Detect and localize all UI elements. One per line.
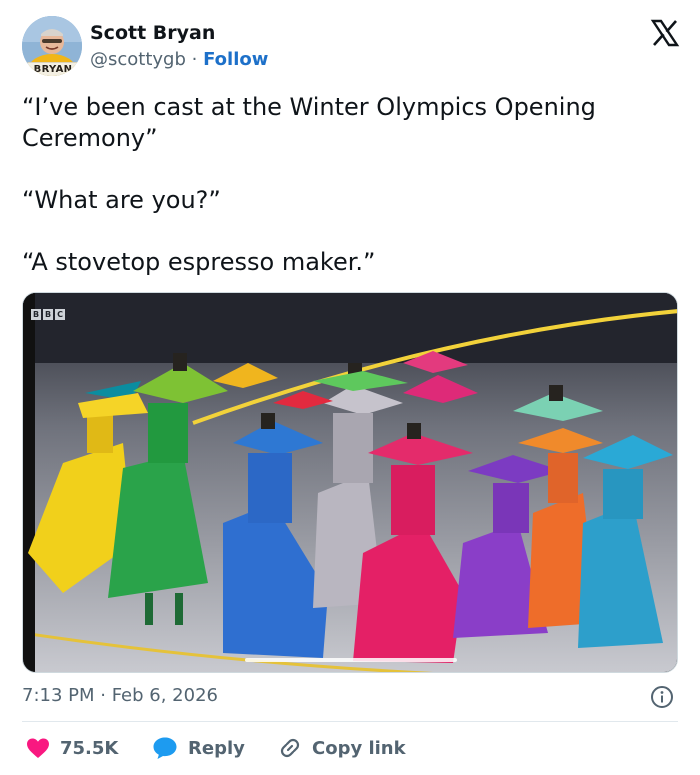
tweet-actions: 75.5K Reply Copy link <box>22 733 678 765</box>
x-logo-icon[interactable] <box>650 18 680 48</box>
link-icon <box>280 738 300 758</box>
tweet-paragraph: “I’ve been cast at the Winter Olympics O… <box>22 93 596 152</box>
reply-label: Reply <box>188 737 245 759</box>
follow-button[interactable]: Follow <box>203 49 268 70</box>
reply-button[interactable]: Reply <box>152 733 245 763</box>
tweet-paragraph: “A stovetop espresso maker.” <box>22 248 376 276</box>
author-handle[interactable]: @scottygb <box>90 49 186 70</box>
watermark-letter: C <box>55 309 65 320</box>
ceremony-photo <box>23 293 677 672</box>
handle-separator: · <box>191 49 198 70</box>
divider <box>22 721 678 722</box>
heart-icon <box>27 738 49 758</box>
copy-link-label: Copy link <box>312 737 406 759</box>
media-progress-indicator[interactable] <box>245 658 457 662</box>
tweet-header: BRYAN Scott Bryan @scottygb · Follow <box>22 14 682 78</box>
watermark-letter: B <box>31 309 41 320</box>
tweet-paragraph: “What are you?” <box>22 186 221 214</box>
avatar[interactable]: BRYAN <box>22 16 82 76</box>
like-button[interactable]: 75.5K <box>26 733 118 763</box>
author-name[interactable]: Scott Bryan <box>90 22 215 44</box>
tweet-text: “I’ve been cast at the Winter Olympics O… <box>22 92 672 309</box>
tweet-media-image[interactable]: B B C <box>22 292 678 673</box>
copy-link-button[interactable]: Copy link <box>278 733 406 763</box>
tweet-meta: 7:13 PM · Feb 6, 2026 <box>22 684 678 710</box>
author-handle-row: @scottygb · Follow <box>90 49 268 70</box>
like-count: 75.5K <box>60 737 119 759</box>
watermark-letter: B <box>43 309 53 320</box>
bbc-watermark: B B C <box>31 309 65 320</box>
speech-bubble-icon <box>153 737 177 759</box>
avatar-badge: BRYAN <box>26 62 80 76</box>
tweet-timestamp[interactable]: 7:13 PM · Feb 6, 2026 <box>22 685 218 706</box>
info-icon[interactable] <box>650 685 674 709</box>
